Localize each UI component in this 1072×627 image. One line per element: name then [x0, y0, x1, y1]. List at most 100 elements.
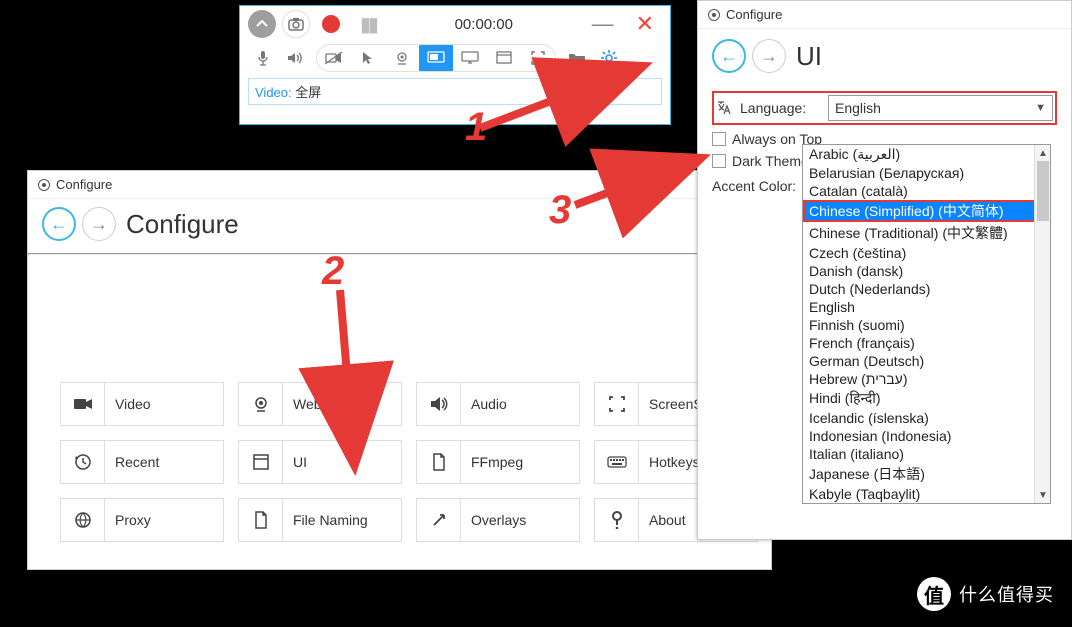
cursor-icon[interactable] [351, 45, 385, 71]
scroll-down-arrow[interactable]: ▼ [1035, 487, 1051, 503]
tile-label: File Naming [283, 499, 401, 541]
scroll-thumb[interactable] [1037, 161, 1049, 221]
window-icon[interactable] [487, 45, 521, 71]
monitor-icon[interactable] [453, 45, 487, 71]
language-dropdown[interactable]: ▲ ▼ Arabic (العربية)Belarusian (Беларуск… [802, 144, 1051, 504]
tile-file-naming[interactable]: File Naming [238, 498, 402, 542]
video-icon [61, 383, 105, 425]
configure-ui-heading: UI [796, 41, 822, 72]
scroll-up-arrow[interactable]: ▲ [1035, 145, 1051, 161]
annotation-number-3: 3 [549, 188, 571, 233]
tile-label: FFmpeg [461, 441, 579, 483]
recorder-toolbar [240, 42, 670, 74]
capture-mode-pill [316, 44, 556, 72]
translate-icon [716, 100, 732, 116]
tile-label: Overlays [461, 499, 579, 541]
pause-button[interactable]: ▮▮ [360, 12, 376, 37]
tile-recent[interactable]: Recent [60, 440, 224, 484]
tile-webcam[interactable]: Webcam [238, 382, 402, 426]
settings-gear-icon[interactable] [594, 45, 624, 71]
tile-label: Proxy [105, 499, 223, 541]
language-option[interactable]: Dutch (Nederlands) [803, 280, 1050, 298]
language-option[interactable]: Chinese (Simplified) (中文简体) [803, 200, 1050, 222]
record-button[interactable] [322, 15, 340, 33]
video-source-field[interactable]: Video: 全屏 [248, 78, 662, 105]
scrollbar[interactable]: ▲ ▼ [1034, 145, 1050, 503]
language-option[interactable]: French (français) [803, 334, 1050, 352]
video-value: 全屏 [295, 85, 321, 100]
language-option[interactable]: Belarusian (Беларуская) [803, 164, 1050, 182]
tile-label: Video [105, 383, 223, 425]
ffmpeg-icon [417, 441, 461, 483]
language-row: Language: English ▼ [712, 91, 1057, 125]
checkbox[interactable] [712, 154, 726, 168]
webcam-on-icon[interactable] [385, 45, 419, 71]
language-option[interactable]: Indonesian (Indonesia) [803, 427, 1050, 445]
timer-display: 00:00:00 [390, 16, 578, 33]
language-option[interactable]: Danish (dansk) [803, 262, 1050, 280]
language-label: Language: [740, 100, 820, 116]
watermark-text: 什么值得买 [959, 581, 1054, 607]
video-label: Video: [255, 85, 292, 100]
audio-icon [417, 383, 461, 425]
language-option[interactable]: Italian (italiano) [803, 445, 1050, 463]
speaker-icon[interactable] [280, 45, 310, 71]
tile-label: Recent [105, 441, 223, 483]
recorder-window: ▮▮ 00:00:00 — ✕ Video: 全屏 [239, 5, 671, 125]
accent-color-label: Accent Color: [712, 178, 796, 194]
tile-video[interactable]: Video [60, 382, 224, 426]
close-button[interactable]: ✕ [628, 11, 662, 37]
language-option[interactable]: Kabyle (Taqbaylit) [803, 485, 1050, 503]
language-combobox[interactable]: English ▼ [828, 95, 1053, 121]
screen-primary-icon[interactable] [419, 45, 453, 71]
nav-forward-button[interactable]: → [752, 39, 786, 73]
chevron-down-icon: ▼ [1035, 102, 1046, 114]
recent-icon [61, 441, 105, 483]
collapse-button[interactable] [248, 10, 276, 38]
proxy-icon [61, 499, 105, 541]
mic-icon[interactable] [248, 45, 278, 71]
screenshot-button[interactable] [282, 10, 310, 38]
tile-audio[interactable]: Audio [416, 382, 580, 426]
tile-proxy[interactable]: Proxy [60, 498, 224, 542]
window-title: Configure [726, 7, 782, 22]
folder-icon[interactable] [562, 45, 592, 71]
configure-titlebar: Configure [28, 171, 771, 199]
ui-icon [239, 441, 283, 483]
tile-label: Audio [461, 383, 579, 425]
screenshot-icon [595, 383, 639, 425]
configure-window: Configure ← → Configure VideoWebcamAudio… [27, 170, 772, 570]
app-icon [38, 179, 50, 191]
fullscreen-icon[interactable] [521, 45, 555, 71]
window-title: Configure [56, 177, 112, 192]
minimize-button[interactable]: — [584, 11, 622, 37]
tile-overlays[interactable]: Overlays [416, 498, 580, 542]
configure-ui-nav: ← → UI [698, 29, 1071, 83]
language-option[interactable]: Hebrew (עברית) [803, 370, 1050, 388]
language-option[interactable]: Catalan (català) [803, 182, 1050, 200]
language-option[interactable]: Hindi (हिन्दी) [803, 388, 1050, 409]
file-naming-icon [239, 499, 283, 541]
tile-ffmpeg[interactable]: FFmpeg [416, 440, 580, 484]
nav-back-button[interactable]: ← [712, 39, 746, 73]
overlays-icon [417, 499, 461, 541]
webcam-off-icon[interactable] [317, 45, 351, 71]
configure-tile-grid: VideoWebcamAudioScreenShotRecentUIFFmpeg… [28, 202, 790, 562]
webcam-icon [239, 383, 283, 425]
language-option[interactable]: English [803, 298, 1050, 316]
hotkeys-icon [595, 441, 639, 483]
checkbox[interactable] [712, 132, 726, 146]
tile-label: UI [283, 441, 401, 483]
language-option[interactable]: Czech (čeština) [803, 244, 1050, 262]
language-option[interactable]: Icelandic (íslenska) [803, 409, 1050, 427]
watermark-badge: 值 [917, 577, 951, 611]
language-option[interactable]: Japanese (日本語) [803, 463, 1050, 485]
language-option[interactable]: German (Deutsch) [803, 352, 1050, 370]
language-option[interactable]: Chinese (Traditional) (中文繁體) [803, 222, 1050, 244]
configure-ui-titlebar: Configure [698, 1, 1071, 29]
language-option[interactable]: Finnish (suomi) [803, 316, 1050, 334]
about-icon [595, 499, 639, 541]
tile-ui[interactable]: UI [238, 440, 402, 484]
language-option[interactable]: Arabic (العربية) [803, 145, 1050, 164]
language-selected: English [835, 100, 881, 116]
